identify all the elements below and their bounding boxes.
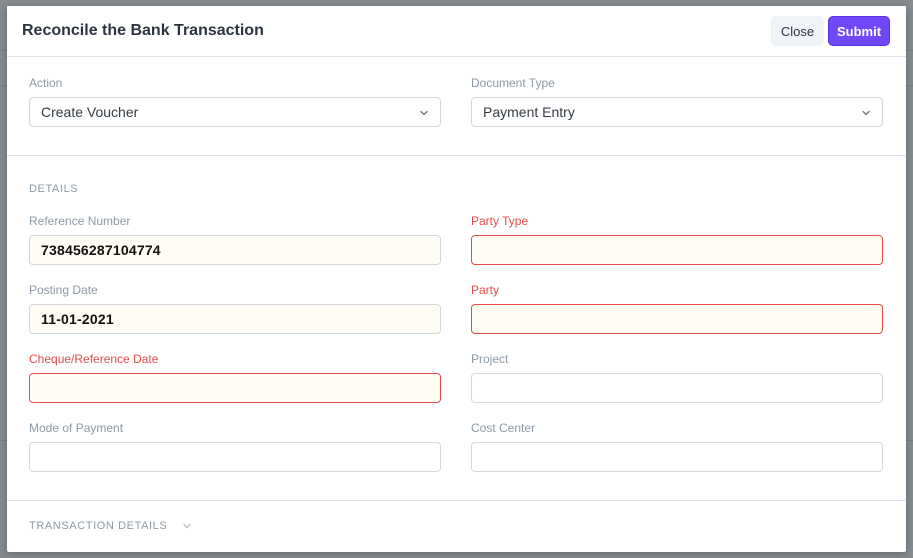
cost-center-input[interactable] xyxy=(471,442,883,472)
transaction-details-section[interactable]: TRANSACTION DETAILS xyxy=(7,501,906,551)
cheque-reference-date-label: Cheque/Reference Date xyxy=(29,352,159,366)
document-type-field: Document Type Payment Entry xyxy=(471,75,883,127)
reference-number-label: Reference Number xyxy=(29,214,131,228)
action-field: Action Create Voucher xyxy=(29,75,441,127)
mode-of-payment-field: Mode of Payment xyxy=(29,420,441,472)
cost-center-field: Cost Center xyxy=(471,420,883,472)
reference-number-value: 738456287104774 xyxy=(41,242,161,258)
action-value: Create Voucher xyxy=(41,104,139,120)
project-label: Project xyxy=(471,352,509,366)
details-section: DETAILS Reference Number 738456287104774… xyxy=(7,156,906,501)
posting-date-value: 11-01-2021 xyxy=(41,311,114,327)
project-field: Project xyxy=(471,351,883,403)
party-type-label: Party Type xyxy=(471,214,529,228)
transaction-details-heading: TRANSACTION DETAILS xyxy=(29,520,168,532)
mode-of-payment-input[interactable] xyxy=(29,442,441,472)
reference-number-input[interactable]: 738456287104774 xyxy=(29,235,441,265)
reconcile-dialog: Reconcile the Bank Transaction Close Sub… xyxy=(7,6,906,552)
party-type-input[interactable] xyxy=(471,235,883,265)
action-select[interactable]: Create Voucher xyxy=(29,97,441,127)
party-label: Party xyxy=(471,283,500,297)
chevron-down-icon xyxy=(862,110,870,116)
party-type-field: Party Type xyxy=(471,213,883,265)
document-type-select[interactable]: Payment Entry xyxy=(471,97,883,127)
posting-date-field: Posting Date 11-01-2021 xyxy=(29,282,441,334)
project-input[interactable] xyxy=(471,373,883,403)
party-field: Party xyxy=(471,282,883,334)
close-button[interactable]: Close xyxy=(771,16,824,46)
action-label: Action xyxy=(29,76,63,90)
cost-center-label: Cost Center xyxy=(471,421,536,435)
details-heading: DETAILS xyxy=(29,183,79,195)
party-input[interactable] xyxy=(471,304,883,334)
transaction-details-toggle[interactable]: TRANSACTION DETAILS xyxy=(29,520,193,532)
submit-button[interactable]: Submit xyxy=(828,16,890,46)
chevron-down-icon xyxy=(183,523,191,529)
cheque-reference-date-field: Cheque/Reference Date xyxy=(29,351,441,403)
reference-number-field: Reference Number 738456287104774 xyxy=(29,213,441,265)
posting-date-label: Posting Date xyxy=(29,283,98,297)
mode-of-payment-label: Mode of Payment xyxy=(29,421,124,435)
dialog-title: Reconcile the Bank Transaction xyxy=(22,22,264,39)
posting-date-input[interactable]: 11-01-2021 xyxy=(29,304,441,334)
dialog-header: Reconcile the Bank Transaction Close Sub… xyxy=(7,6,906,57)
action-section: Action Create Voucher Document Type Paym… xyxy=(7,57,906,156)
document-type-value: Payment Entry xyxy=(483,104,575,120)
cheque-reference-date-input[interactable] xyxy=(29,373,441,403)
document-type-label: Document Type xyxy=(471,76,555,90)
chevron-down-icon xyxy=(420,110,428,116)
